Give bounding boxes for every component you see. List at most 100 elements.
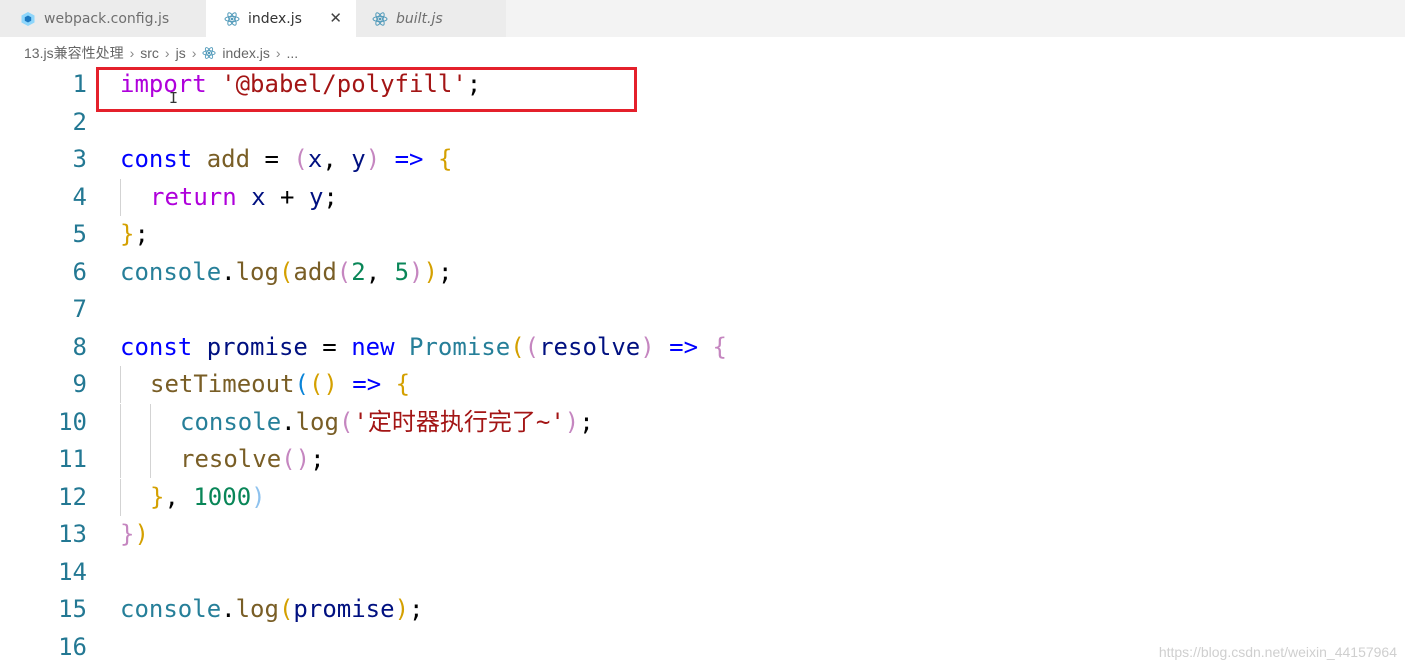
token-function: setTimeout	[150, 370, 295, 398]
token-number: 1000	[193, 482, 252, 511]
line-number: 1	[72, 70, 87, 98]
tab-label: built.js	[396, 10, 443, 27]
token-function: add	[206, 145, 251, 173]
tab-label: index.js	[248, 10, 302, 27]
code-text[interactable]: const add = (x, y) => {	[120, 141, 452, 178]
token-object: console	[180, 407, 282, 436]
code-line-14[interactable]: 14	[0, 554, 1405, 591]
line-number: 16	[58, 632, 87, 661]
code-line-10[interactable]: 10 console.log('定时器执行完了~');	[0, 403, 1405, 441]
token-bracket: )	[409, 257, 424, 286]
line-number: 9	[72, 370, 87, 398]
indent-guide	[120, 178, 121, 216]
code-line-5[interactable]: 5 };	[0, 216, 1405, 253]
code-text[interactable]: }, 1000)	[150, 479, 266, 516]
token-bracket: )	[394, 595, 410, 623]
token-punct: .	[221, 257, 236, 286]
token-function: log	[235, 595, 279, 623]
token-punct: ,	[322, 145, 352, 173]
token-bracket: (	[510, 332, 525, 361]
indent-guide	[120, 478, 121, 516]
token-bracket: {	[395, 370, 411, 398]
token-bracket: (	[281, 445, 296, 473]
token-punct: .	[281, 407, 296, 436]
breadcrumb-item-js[interactable]: js	[176, 45, 186, 61]
token-bracket: {	[437, 145, 453, 173]
token-op: =	[250, 145, 294, 173]
token-punct: ;	[323, 182, 338, 211]
code-line-11[interactable]: 11 resolve();	[0, 441, 1405, 478]
code-line-6[interactable]: 6 console.log(add(2, 5));	[0, 254, 1405, 291]
text-cursor-icon: I	[169, 89, 179, 107]
token-bracket: }	[120, 520, 135, 548]
token-punct: ;	[579, 407, 594, 436]
chevron-right-icon: ›	[191, 45, 197, 61]
token-bracket: )	[423, 257, 438, 286]
indent-guide	[150, 403, 151, 441]
code-line-15[interactable]: 15 console.log(promise);	[0, 591, 1405, 628]
code-text[interactable]: console.log(promise);	[120, 591, 423, 628]
token-bracket: (	[308, 370, 324, 398]
breadcrumb: 13.js兼容性处理 › src › js › index.js › ...	[24, 42, 298, 64]
token-arrow: =>	[337, 370, 396, 398]
code-text[interactable]: console.log(add(2, 5));	[120, 254, 452, 291]
token-bracket: )	[564, 407, 580, 436]
line-number: 10	[58, 407, 87, 436]
code-text[interactable]: const promise = new Promise((resolve) =>…	[120, 329, 727, 366]
breadcrumb-item-more[interactable]: ...	[287, 45, 299, 61]
code-line-13[interactable]: 13 })	[0, 516, 1405, 553]
token-punct: .	[221, 595, 236, 623]
code-text[interactable]: return x + y;	[150, 179, 338, 216]
code-line-12[interactable]: 12 }, 1000)	[0, 478, 1405, 516]
react-atom-icon	[372, 11, 388, 27]
code-line-8[interactable]: 8 const promise = new Promise((resolve) …	[0, 329, 1405, 366]
token-punct: ,	[365, 257, 395, 286]
close-icon[interactable]: ✕	[329, 9, 342, 27]
indent-guide	[120, 366, 121, 403]
line-number: 11	[58, 445, 87, 473]
token-var: promise	[293, 595, 395, 623]
tab-bar: webpack.config.js index.js ✕ built.js	[0, 0, 1405, 37]
token-var: x	[251, 182, 266, 211]
token-keyword: return	[150, 182, 237, 211]
code-line-3[interactable]: 3 const add = (x, y) => {	[0, 141, 1405, 178]
token-param: resolve	[539, 332, 641, 361]
token-function: add	[293, 257, 337, 286]
tab-index-js[interactable]: index.js ✕	[206, 0, 356, 37]
code-text[interactable]: resolve();	[180, 441, 325, 478]
tab-built-js[interactable]: built.js	[356, 0, 506, 37]
token-arrow: =>	[654, 332, 713, 361]
code-text[interactable]: };	[120, 216, 149, 253]
breadcrumb-item-file[interactable]: index.js	[222, 45, 269, 61]
chevron-right-icon: ›	[275, 45, 281, 61]
tab-label: webpack.config.js	[44, 10, 170, 27]
token-object: console	[120, 257, 222, 286]
code-text[interactable]: setTimeout(() => {	[150, 366, 410, 403]
chevron-right-icon: ›	[164, 45, 170, 61]
token-var: promise	[206, 332, 308, 361]
code-text[interactable]: console.log('定时器执行完了~');	[180, 404, 594, 441]
token-object: console	[120, 595, 222, 623]
code-line-4[interactable]: 4 return x + y;	[0, 178, 1405, 216]
line-number: 12	[58, 482, 87, 511]
token-punct: ;	[134, 220, 149, 248]
token-bracket: (	[338, 407, 354, 436]
code-editor[interactable]: 1 import '@babel/polyfill'; 2 3 const ad…	[0, 66, 1405, 670]
token-bracket: (	[336, 257, 352, 286]
code-line-7[interactable]: 7	[0, 291, 1405, 328]
webpack-icon	[20, 11, 36, 27]
token-number: 5	[394, 257, 410, 286]
token-param: x	[307, 145, 323, 173]
token-string: '定时器执行完了~'	[353, 407, 565, 436]
breadcrumb-item-src[interactable]: src	[140, 45, 159, 61]
tab-webpack-config[interactable]: webpack.config.js	[0, 0, 206, 37]
token-bracket: (	[294, 370, 309, 398]
breadcrumb-item-folder[interactable]: 13.js兼容性处理	[24, 43, 124, 63]
react-atom-icon	[202, 46, 216, 60]
token-bracket: }	[150, 482, 165, 511]
react-atom-icon	[224, 11, 240, 27]
code-line-9[interactable]: 9 setTimeout(() => {	[0, 366, 1405, 403]
token-bracket: )	[134, 520, 149, 548]
code-text[interactable]: })	[120, 516, 149, 553]
token-bracket: )	[323, 370, 338, 398]
